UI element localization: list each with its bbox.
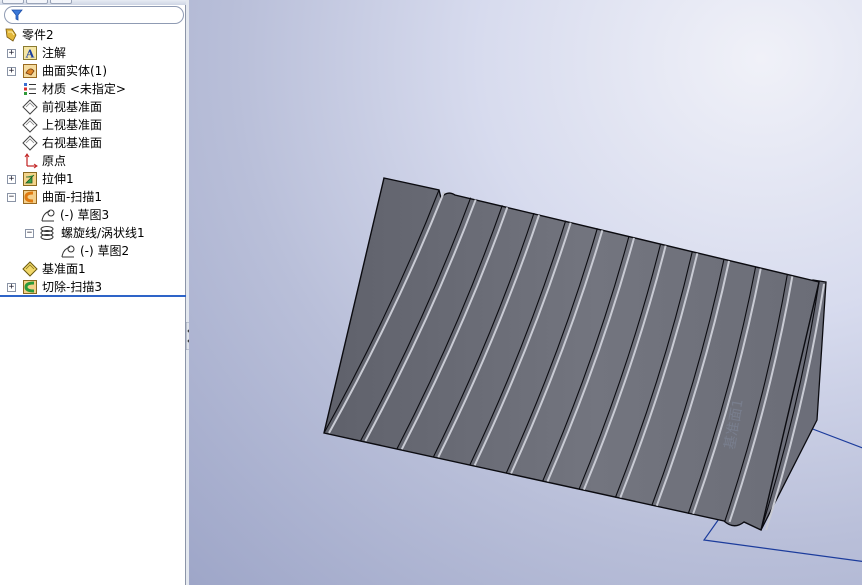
tree-item-label: 曲面-扫描1 xyxy=(42,190,102,204)
tree-item-label: 右视基准面 xyxy=(42,136,103,150)
tree-item-right-plane[interactable]: 右视基准面 xyxy=(0,134,186,152)
tree-item-origin[interactable]: 原点 xyxy=(0,152,186,170)
feature-manager-tab[interactable] xyxy=(2,0,24,4)
tree-item-annotations[interactable]: + A 注解 xyxy=(0,44,186,62)
tree-item-sketch2[interactable]: (-) 草图2 xyxy=(0,242,186,260)
graphics-viewport[interactable]: 基准面1 xyxy=(189,0,862,585)
tree-item-label: 材质 <未指定> xyxy=(42,82,126,96)
tree-item-label: 曲面实体(1) xyxy=(42,64,107,78)
tree-item-label: 前视基准面 xyxy=(42,100,103,114)
property-manager-tab[interactable] xyxy=(26,0,48,4)
filter-icon xyxy=(11,9,23,21)
tree-item-material[interactable]: 材质 <未指定> xyxy=(0,80,186,98)
model-body[interactable] xyxy=(323,177,825,532)
plane-icon xyxy=(22,261,38,277)
sketch-icon xyxy=(61,245,75,258)
tree-item-front-plane[interactable]: 前视基准面 xyxy=(0,98,186,116)
tree-item-surface-bodies[interactable]: + 曲面实体(1) xyxy=(0,62,186,80)
tree-item-extrude1[interactable]: + 拉伸1 xyxy=(0,170,186,188)
tree-item-cut-sweep3[interactable]: + 切除-扫描3 xyxy=(0,278,186,296)
configuration-manager-tab[interactable] xyxy=(50,0,72,4)
tree-item-label: 上视基准面 xyxy=(42,118,103,132)
tree-item-surface-sweep1[interactable]: − 曲面-扫描1 xyxy=(0,188,186,206)
helix-icon xyxy=(40,226,54,240)
surface-bodies-icon xyxy=(23,64,37,78)
tree-item-label: 基准面1 xyxy=(42,262,86,276)
svg-text:A: A xyxy=(25,48,35,61)
rollback-bar[interactable] xyxy=(0,295,186,297)
tree-item-plane1[interactable]: 基准面1 xyxy=(0,260,186,278)
annotation-icon: A xyxy=(23,46,37,61)
tree-item-label: 注解 xyxy=(42,46,67,60)
tree-item-helix1[interactable]: − 螺旋线/涡状线1 xyxy=(0,224,186,242)
plane-icon xyxy=(22,99,38,115)
panel-tab-strip xyxy=(0,0,186,5)
cut-sweep-icon xyxy=(23,280,37,294)
expand-toggle[interactable]: + xyxy=(7,49,16,58)
tree-root-label: 零件2 xyxy=(22,28,54,42)
extrude-icon xyxy=(23,172,37,186)
collapse-toggle[interactable]: − xyxy=(7,193,16,202)
feature-manager-panel: 零件2 + A 注解 + 曲面实体(1) 材质 <未指定> 前视基准面 上视基准… xyxy=(0,0,186,585)
expand-toggle[interactable]: + xyxy=(7,283,16,292)
expand-toggle[interactable]: + xyxy=(7,175,16,184)
tree-filter-input[interactable] xyxy=(4,6,184,24)
collapse-toggle[interactable]: − xyxy=(25,229,34,238)
surface-sweep-icon xyxy=(23,190,37,204)
expand-toggle[interactable]: + xyxy=(7,67,16,76)
sketch-icon xyxy=(41,209,55,222)
material-icon xyxy=(24,83,36,95)
tree-item-label: 螺旋线/涡状线1 xyxy=(61,226,145,240)
model-view[interactable]: 基准面1 xyxy=(189,0,862,585)
tree-item-sketch3[interactable]: (-) 草图3 xyxy=(0,206,186,224)
tree-item-label: (-) 草图2 xyxy=(80,244,130,258)
tree-item-label: 拉伸1 xyxy=(42,172,74,186)
origin-icon xyxy=(24,153,38,169)
plane-icon xyxy=(22,135,38,151)
tree-root-part[interactable]: 零件2 xyxy=(0,26,186,44)
tree-item-label: 切除-扫描3 xyxy=(42,280,102,294)
plane-icon xyxy=(22,117,38,133)
tree-item-label: (-) 草图3 xyxy=(60,208,110,222)
tree-item-top-plane[interactable]: 上视基准面 xyxy=(0,116,186,134)
part-icon xyxy=(5,28,17,42)
tree-item-label: 原点 xyxy=(42,154,67,168)
